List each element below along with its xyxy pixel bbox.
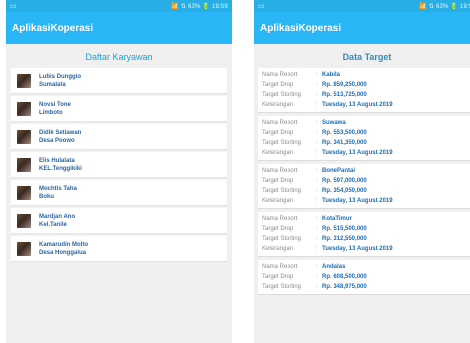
drop-label: Target Drop (262, 178, 294, 184)
avatar (17, 73, 31, 88)
employee-place: Kel.Tanile (39, 221, 67, 228)
storting-value: Rp. 341,350,000 (322, 140, 367, 146)
storting-value: Rp. 513,725,000 (322, 92, 367, 98)
avatar (17, 101, 31, 116)
notification-icon: ▭ (10, 3, 17, 10)
target-card[interactable]: Nama Resort: KotaTimur Target Drop: Rp. 51… (258, 212, 470, 257)
resort-label: Nama Resort (262, 216, 298, 222)
avatar (17, 185, 31, 200)
avatar (17, 157, 31, 172)
employee-row[interactable]: Didik Setiawan Desa Poowo (11, 124, 227, 150)
drop-value: Rp. 859,250,000 (322, 82, 367, 88)
employee-place: Sumalata (39, 81, 66, 88)
employee-name: Didik Setiawan (39, 129, 82, 136)
target-list: Nama Resort: Kabila Target Drop: Rp. 859,2… (258, 68, 470, 295)
resort-label: Nama Resort (262, 264, 298, 270)
employee-list-screen: ▭ 📶 ⇅ 63% 🔋 19:58 AplikasiKoperasi Dafta… (6, 0, 232, 343)
drop-value: Rp. 553,500,000 (322, 130, 367, 136)
note-value: Tuesday, 13 August 2019 (322, 198, 393, 204)
note-value: Tuesday, 13 August 2019 (322, 246, 393, 252)
note-label: Keterangan (262, 150, 294, 156)
storting-label: Target Storting (262, 284, 302, 290)
employee-place: KEL.Tenggikiki (39, 165, 82, 172)
note-value: Tuesday, 13 August 2019 (322, 102, 393, 108)
storting-label: Target Storting (262, 236, 302, 242)
resort-label: Nama Resort (262, 72, 298, 78)
drop-label: Target Drop (262, 274, 294, 280)
app-title: AplikasiKoperasi (12, 22, 94, 34)
storting-value: Rp. 312,550,000 (322, 236, 367, 242)
resort-label: Nama Resort (262, 168, 298, 174)
employee-place: Boku (39, 193, 54, 200)
app-bar: AplikasiKoperasi (254, 12, 470, 44)
storting-value: Rp. 354,050,000 (322, 188, 367, 194)
target-content: Data Target Nama Resort: Kabila Target Dr… (254, 44, 470, 343)
resort-value: Andalas (322, 264, 346, 270)
employee-name: Lubis Dunggio (39, 73, 81, 80)
app-bar: AplikasiKoperasi (6, 12, 232, 44)
storting-label: Target Storting (262, 92, 302, 98)
resort-value: Kabila (322, 72, 341, 78)
employee-place: Desa Honggalua (39, 249, 87, 256)
resort-value: Suwawa (322, 120, 346, 126)
target-card[interactable]: Nama Resort: Kabila Target Drop: Rp. 859,2… (258, 68, 470, 113)
employee-row[interactable]: Kamarudin Molto Desa Honggalua (11, 236, 227, 262)
drop-value: Rp. 597,000,000 (322, 178, 367, 184)
resort-value: KotaTimur (322, 216, 352, 222)
employee-name: Novsi Tone (39, 101, 71, 108)
page-title: Daftar Karyawan (85, 52, 153, 62)
employee-name: Mochtis Taha (39, 185, 77, 192)
notification-icon: ▭ (258, 3, 265, 10)
storting-label: Target Storting (262, 140, 302, 146)
storting-label: Target Storting (262, 188, 302, 194)
employee-row[interactable]: Lubis Dunggio Sumalata (11, 68, 227, 94)
status-indicators: 📶 ⇅ 63% 🔋 19:58 (171, 3, 228, 10)
app-title: AplikasiKoperasi (260, 22, 342, 34)
storting-value: Rp. 348,975,000 (322, 284, 367, 290)
employee-content: Daftar Karyawan Lubis Dunggio Sumalata N… (6, 44, 232, 343)
employee-place: Desa Poowo (39, 137, 75, 144)
note-label: Keterangan (262, 198, 294, 204)
employee-name: Mardjan Ano (39, 213, 76, 220)
employee-list: Lubis Dunggio Sumalata Novsi Tone Limbot… (11, 68, 227, 262)
employee-name: Kamarudin Molto (39, 241, 88, 248)
target-card[interactable]: Nama Resort: Andalas Target Drop: Rp. 608,… (258, 260, 470, 295)
page-title: Data Target (342, 52, 392, 62)
employee-row[interactable]: Mardjan Ano Kel.Tanile (11, 208, 227, 234)
drop-label: Target Drop (262, 226, 294, 232)
resort-label: Nama Resort (262, 120, 298, 126)
employee-place: Limboto (39, 109, 63, 116)
resort-value: BonePantai (322, 168, 356, 174)
avatar (17, 241, 31, 256)
note-value: Tuesday, 13 August 2019 (322, 150, 393, 156)
drop-value: Rp. 515,500,000 (322, 226, 367, 232)
drop-value: Rp. 608,500,000 (322, 274, 367, 280)
employee-row[interactable]: Elis Hulalata KEL.Tenggikiki (11, 152, 227, 178)
drop-label: Target Drop (262, 82, 294, 88)
avatar (17, 129, 31, 144)
target-data-screen: ▭ 📶 ⇅ 63% 🔋 19:58 AplikasiKoperasi Data … (254, 0, 470, 343)
drop-label: Target Drop (262, 130, 294, 136)
employee-name: Elis Hulalata (39, 157, 75, 164)
avatar (17, 213, 31, 228)
employee-row[interactable]: Novsi Tone Limboto (11, 96, 227, 122)
target-card[interactable]: Nama Resort: Suwawa Target Drop: Rp. 553,5… (258, 116, 470, 161)
status-indicators: 📶 ⇅ 63% 🔋 19:58 (419, 3, 470, 10)
note-label: Keterangan (262, 246, 294, 252)
note-label: Keterangan (262, 102, 294, 108)
status-bar: ▭ 📶 ⇅ 63% 🔋 19:58 (254, 0, 470, 12)
status-bar: ▭ 📶 ⇅ 63% 🔋 19:58 (6, 0, 232, 12)
target-card[interactable]: Nama Resort: BonePantai Target Drop: Rp. 5… (258, 164, 470, 209)
employee-row[interactable]: Mochtis Taha Boku (11, 180, 227, 206)
